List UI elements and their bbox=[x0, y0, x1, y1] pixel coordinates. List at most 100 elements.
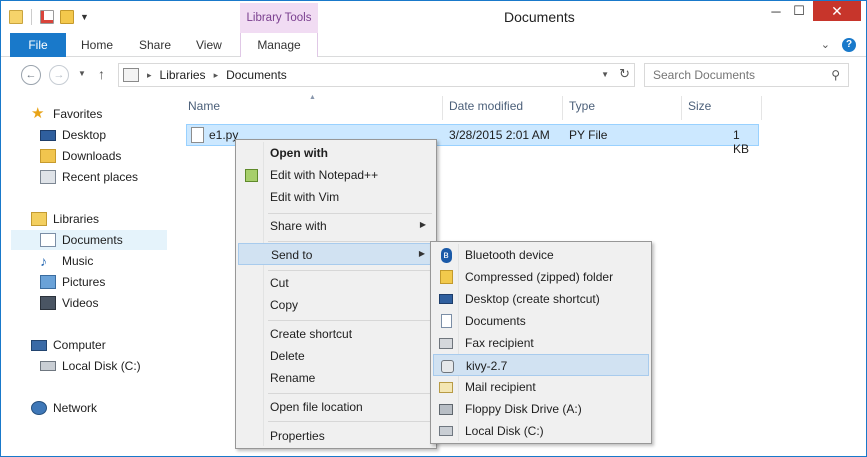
nav-favorites[interactable]: ★ Favorites bbox=[31, 104, 102, 124]
file-type: PY File bbox=[569, 128, 608, 142]
nav-music[interactable]: ♪ Music bbox=[40, 251, 93, 271]
menu-item-properties[interactable]: Properties bbox=[238, 425, 434, 447]
nav-pictures[interactable]: Pictures bbox=[40, 272, 105, 292]
help-icon[interactable]: ? bbox=[842, 38, 856, 52]
menu-item-share-with[interactable]: Share with ▶ bbox=[238, 215, 434, 237]
window-title: Documents bbox=[504, 9, 575, 25]
nav-downloads[interactable]: Downloads bbox=[40, 146, 121, 166]
ribbon-collapse-icon[interactable]: ⌄ bbox=[821, 38, 830, 52]
menu-separator bbox=[268, 213, 432, 214]
submenu-arrow-icon: ▶ bbox=[419, 220, 426, 229]
tab-file[interactable]: File bbox=[10, 33, 66, 57]
properties-icon[interactable] bbox=[40, 10, 54, 24]
nav-recent-places[interactable]: Recent places bbox=[40, 167, 138, 187]
new-folder-icon[interactable] bbox=[60, 10, 74, 24]
menu-item-edit-vim[interactable]: Edit with Vim bbox=[238, 186, 434, 208]
menu-item-send-to[interactable]: Send to ▶ bbox=[238, 243, 434, 265]
menu-item-cut[interactable]: Cut bbox=[238, 272, 434, 294]
search-box[interactable]: ⚲ bbox=[644, 63, 849, 87]
menu-item-create-shortcut[interactable]: Create shortcut bbox=[238, 323, 434, 345]
address-bar[interactable]: ▸ Libraries ▸ Documents ▼ ↻ bbox=[118, 63, 635, 87]
sendto-local-disk[interactable]: Local Disk (C:) bbox=[433, 420, 649, 442]
address-dropdown-icon[interactable]: ▼ bbox=[601, 70, 609, 82]
menu-item-edit-notepad-plus-plus[interactable]: Edit with Notepad++ bbox=[238, 164, 434, 186]
sendto-compressed-folder[interactable]: Compressed (zipped) folder bbox=[433, 266, 649, 288]
column-divider[interactable] bbox=[681, 96, 682, 120]
sendto-desktop-shortcut[interactable]: Desktop (create shortcut) bbox=[433, 288, 649, 310]
menu-item-rename[interactable]: Rename bbox=[238, 367, 434, 389]
menu-label: Edit with Notepad++ bbox=[270, 168, 379, 182]
up-button[interactable]: ↑ bbox=[98, 66, 105, 82]
nav-label: Documents bbox=[62, 233, 123, 247]
breadcrumb-separator[interactable]: ▸ bbox=[214, 70, 219, 81]
computer-icon bbox=[31, 339, 47, 351]
column-header-name[interactable]: Name bbox=[188, 99, 220, 113]
qat-dropdown-icon[interactable]: ▼ bbox=[80, 12, 89, 22]
search-input[interactable] bbox=[653, 68, 823, 82]
tab-home[interactable]: Home bbox=[81, 33, 113, 57]
app-icon[interactable] bbox=[9, 10, 23, 24]
menu-label: Mail recipient bbox=[465, 380, 536, 394]
documents-icon bbox=[438, 313, 454, 329]
column-divider[interactable] bbox=[442, 96, 443, 120]
minimize-button[interactable]: ─ bbox=[768, 1, 784, 21]
sendto-documents[interactable]: Documents bbox=[433, 310, 649, 332]
quick-access-toolbar: ▼ bbox=[9, 9, 89, 25]
libraries-icon bbox=[31, 212, 47, 226]
menu-label: Rename bbox=[270, 371, 316, 385]
column-header-type[interactable]: Type bbox=[569, 99, 595, 113]
sendto-bluetooth-device[interactable]: ʙ Bluetooth device bbox=[433, 244, 649, 266]
breadcrumb-documents[interactable]: Documents bbox=[226, 68, 287, 82]
sendto-floppy-drive[interactable]: Floppy Disk Drive (A:) bbox=[433, 398, 649, 420]
refresh-icon[interactable]: ↻ bbox=[619, 66, 630, 82]
sendto-mail-recipient[interactable]: Mail recipient bbox=[433, 376, 649, 398]
nav-local-disk[interactable]: Local Disk (C:) bbox=[40, 356, 141, 376]
nav-videos[interactable]: Videos bbox=[40, 293, 98, 313]
nav-libraries[interactable]: Libraries bbox=[31, 209, 99, 229]
nav-computer[interactable]: Computer bbox=[31, 335, 106, 355]
recent-locations-dropdown-icon[interactable]: ▼ bbox=[78, 69, 86, 78]
tab-share[interactable]: Share bbox=[139, 33, 171, 57]
nav-label: Favorites bbox=[53, 107, 103, 121]
ribbon-tabs: File Home Share View Manage ⌄ ? bbox=[1, 33, 866, 57]
column-header-size[interactable]: Size bbox=[688, 99, 711, 113]
maximize-button[interactable]: ☐ bbox=[791, 1, 807, 21]
menu-separator bbox=[268, 241, 432, 242]
local-disk-icon bbox=[40, 361, 56, 371]
menu-separator bbox=[268, 320, 432, 321]
sendto-kivy[interactable]: kivy-2.7 bbox=[433, 354, 649, 376]
column-header-date-modified[interactable]: Date modified bbox=[449, 99, 523, 113]
breadcrumb-separator[interactable]: ▸ bbox=[147, 70, 152, 81]
menu-label: Edit with Vim bbox=[270, 190, 340, 204]
menu-label: Delete bbox=[270, 349, 305, 363]
nav-label: Network bbox=[53, 401, 98, 415]
nav-desktop[interactable]: Desktop bbox=[40, 125, 106, 145]
column-divider[interactable] bbox=[562, 96, 563, 120]
menu-label: Open file location bbox=[270, 400, 363, 414]
menu-item-copy[interactable]: Copy bbox=[238, 294, 434, 316]
tab-manage[interactable]: Manage bbox=[240, 33, 318, 57]
kivy-shortcut-icon bbox=[439, 358, 455, 374]
fax-icon bbox=[438, 335, 454, 351]
breadcrumb-libraries[interactable]: Libraries bbox=[160, 68, 206, 82]
nav-label: Recent places bbox=[62, 170, 139, 184]
column-divider[interactable] bbox=[761, 96, 762, 120]
back-button[interactable]: ← bbox=[21, 65, 41, 85]
nav-documents[interactable]: Documents bbox=[11, 230, 167, 250]
floppy-drive-icon bbox=[438, 401, 454, 417]
music-icon: ♪ bbox=[40, 253, 47, 269]
network-icon bbox=[31, 401, 47, 415]
menu-item-open-file-location[interactable]: Open file location bbox=[238, 396, 434, 418]
file-name: e1.py bbox=[209, 128, 239, 142]
tab-view[interactable]: View bbox=[196, 33, 222, 57]
search-icon[interactable]: ⚲ bbox=[831, 68, 840, 82]
nav-network[interactable]: Network bbox=[31, 398, 97, 418]
send-to-submenu: ʙ Bluetooth device Compressed (zipped) f… bbox=[430, 241, 652, 444]
menu-label: Local Disk (C:) bbox=[465, 424, 544, 438]
forward-button[interactable]: → bbox=[49, 65, 69, 85]
menu-item-open-with[interactable]: Open with bbox=[238, 142, 434, 164]
sendto-fax-recipient[interactable]: Fax recipient bbox=[433, 332, 649, 354]
downloads-icon bbox=[40, 149, 56, 163]
menu-item-delete[interactable]: Delete bbox=[238, 345, 434, 367]
close-button[interactable]: ✕ bbox=[813, 1, 861, 21]
